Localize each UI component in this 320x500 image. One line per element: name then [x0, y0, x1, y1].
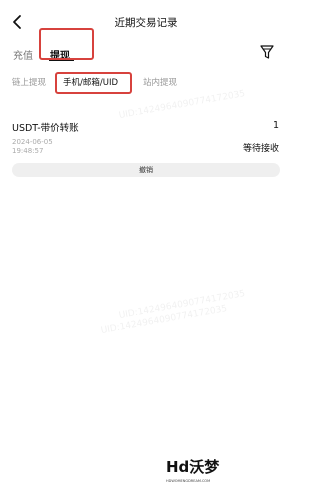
- record-name: USDT-带价转账: [12, 123, 79, 134]
- withdraw-type-tabs: 链上提现 手机/邮箱/UID 站内提现: [0, 74, 292, 92]
- watermark: UID:1424964090774172035: [118, 88, 246, 122]
- filter-funnel-icon: [260, 45, 274, 59]
- site-logo: Hd沃梦 HDWOMENGDREAM.COM: [166, 456, 226, 486]
- record-datetime: 2024-06-05 19:48:57: [12, 138, 53, 156]
- cancel-button[interactable]: 撤销: [12, 163, 280, 177]
- subtab-onchain-withdraw[interactable]: 链上提现: [12, 76, 46, 88]
- record-status: 等待接收: [242, 144, 279, 154]
- filter-button[interactable]: [259, 44, 275, 60]
- record-date: 2024-06-05: [12, 138, 53, 146]
- highlight-box-withdraw-tab: [39, 28, 94, 60]
- tab-deposit[interactable]: 充值: [13, 47, 33, 62]
- highlight-box-phone-subtab: [55, 72, 132, 94]
- record-amount: 1: [272, 120, 279, 131]
- subtab-internal-withdraw[interactable]: 站内提现: [143, 76, 177, 88]
- logo-mark: Hd沃梦: [166, 458, 220, 476]
- logo-subtext: HDWOMENGDREAM.COM: [166, 479, 211, 483]
- record-time: 19:48:57: [12, 147, 44, 155]
- screen: 近期交易记录 充值 提现 链上提现 手机/邮箱/UID 站内提现 UID:142…: [0, 0, 292, 500]
